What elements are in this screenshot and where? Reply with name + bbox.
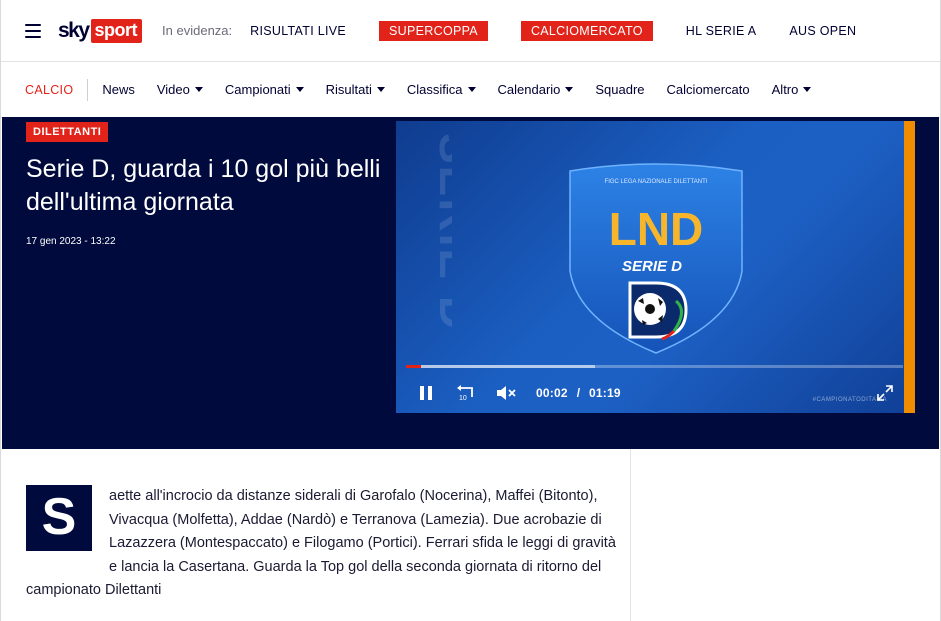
top-bar: sky sport In evidenza: RISULTATI LIVE SU… <box>1 0 940 62</box>
nav-item-label: Campionati <box>224 82 291 97</box>
chevron-down-icon <box>803 87 812 92</box>
category-badge[interactable]: DILETTANTI <box>26 122 109 142</box>
article-paragraph: S aette all'incrocio da distanze sideral… <box>26 485 618 603</box>
nav-item-calendario[interactable]: Calendario <box>498 82 574 97</box>
evidenza-link-supercoppa[interactable]: SUPERCOPPA <box>379 20 488 41</box>
menu-icon[interactable] <box>25 23 41 38</box>
chevron-down-icon <box>565 87 574 92</box>
dropcap: S <box>26 485 92 551</box>
section-nav: CALCIO News Video Campionati Risultati C… <box>1 62 940 118</box>
pause-icon[interactable] <box>416 383 436 403</box>
nav-item-label: Classifica <box>406 82 463 97</box>
video-hashtag: #CAMPIONATODITALIA <box>812 397 887 403</box>
logo-sport-text: sport <box>90 18 143 43</box>
nav-item-label: Squadre <box>595 82 645 97</box>
serie-d-vertical-text: SERIE D <box>430 133 452 331</box>
chevron-down-icon <box>467 87 476 92</box>
lnd-serie-d-shield-logo: FIGC LEGA NAZIONALE DILETTANTI LND SERIE… <box>569 163 743 354</box>
sky-sport-logo[interactable]: sky sport <box>58 18 143 43</box>
article-body: S aette all'incrocio da distanze sideral… <box>2 449 631 621</box>
nav-item-label: Risultati <box>325 82 372 97</box>
nav-item-video[interactable]: Video <box>157 82 203 97</box>
video-controls: 10 00:02 / 01:19 <box>416 383 621 403</box>
nav-item-label: Altro <box>771 82 799 97</box>
replay-10-icon[interactable]: 10 <box>456 383 476 403</box>
chevron-down-icon <box>376 87 385 92</box>
video-time-separator: / <box>576 386 581 400</box>
evidenza-label: In evidenza: <box>162 23 233 38</box>
nav-item-label: Calendario <box>497 82 561 97</box>
nav-item-news[interactable]: News <box>102 82 135 97</box>
hero-section: DILETTANTI Serie D, guarda i 10 gol più … <box>2 117 939 449</box>
nav-item-campionati[interactable]: Campionati <box>225 82 304 97</box>
evidenza-link-aus-open[interactable]: AUS OPEN <box>789 24 856 38</box>
video-played-fill <box>406 365 421 368</box>
nav-item-altro[interactable]: Altro <box>772 82 812 97</box>
publish-date: 17 gen 2023 - 13:22 <box>26 236 116 247</box>
nav-item-label: News <box>102 82 135 97</box>
shield-top-text: FIGC LEGA NAZIONALE DILETTANTI <box>605 179 708 185</box>
logo-sky-text: sky <box>58 18 90 42</box>
shield-lnd-text: LND <box>609 203 704 255</box>
video-buffer-fill <box>406 365 595 368</box>
fullscreen-icon[interactable] <box>877 385 893 401</box>
svg-text:10: 10 <box>459 395 467 402</box>
video-player[interactable]: SERIE D FIGC LEGA NAZIONALE DILETTANTI L… <box>396 121 915 413</box>
chevron-down-icon <box>194 87 203 92</box>
evidenza-link-calciomercato[interactable]: CALCIOMERCATO <box>520 20 653 41</box>
article-headline: Serie D, guarda i 10 gol più belli dell'… <box>26 155 381 216</box>
video-duration: 01:19 <box>589 386 621 400</box>
nav-item-risultati[interactable]: Risultati <box>326 82 385 97</box>
nav-item-label: Video <box>156 82 190 97</box>
page: sky sport In evidenza: RISULTATI LIVE SU… <box>0 0 941 621</box>
nav-item-label: Calciomercato <box>666 82 750 97</box>
video-current-time: 00:02 <box>536 386 568 400</box>
section-current-calcio[interactable]: CALCIO <box>25 78 89 101</box>
video-edge-accent <box>904 121 915 413</box>
chevron-down-icon <box>295 87 304 92</box>
nav-item-calciomercato[interactable]: Calciomercato <box>667 82 750 97</box>
evidenza-link-risultati-live[interactable]: RISULTATI LIVE <box>250 24 346 38</box>
video-progress-bar[interactable] <box>406 365 903 368</box>
shield-serie-d-text: SERIE D <box>622 258 682 275</box>
evidenza-link-hl-serie-a[interactable]: HL SERIE A <box>686 24 757 38</box>
volume-muted-icon[interactable] <box>496 383 516 403</box>
article-paragraph-text: aette all'incrocio da distanze siderali … <box>26 488 616 598</box>
nav-item-squadre[interactable]: Squadre <box>595 82 644 97</box>
nav-item-classifica[interactable]: Classifica <box>407 82 476 97</box>
